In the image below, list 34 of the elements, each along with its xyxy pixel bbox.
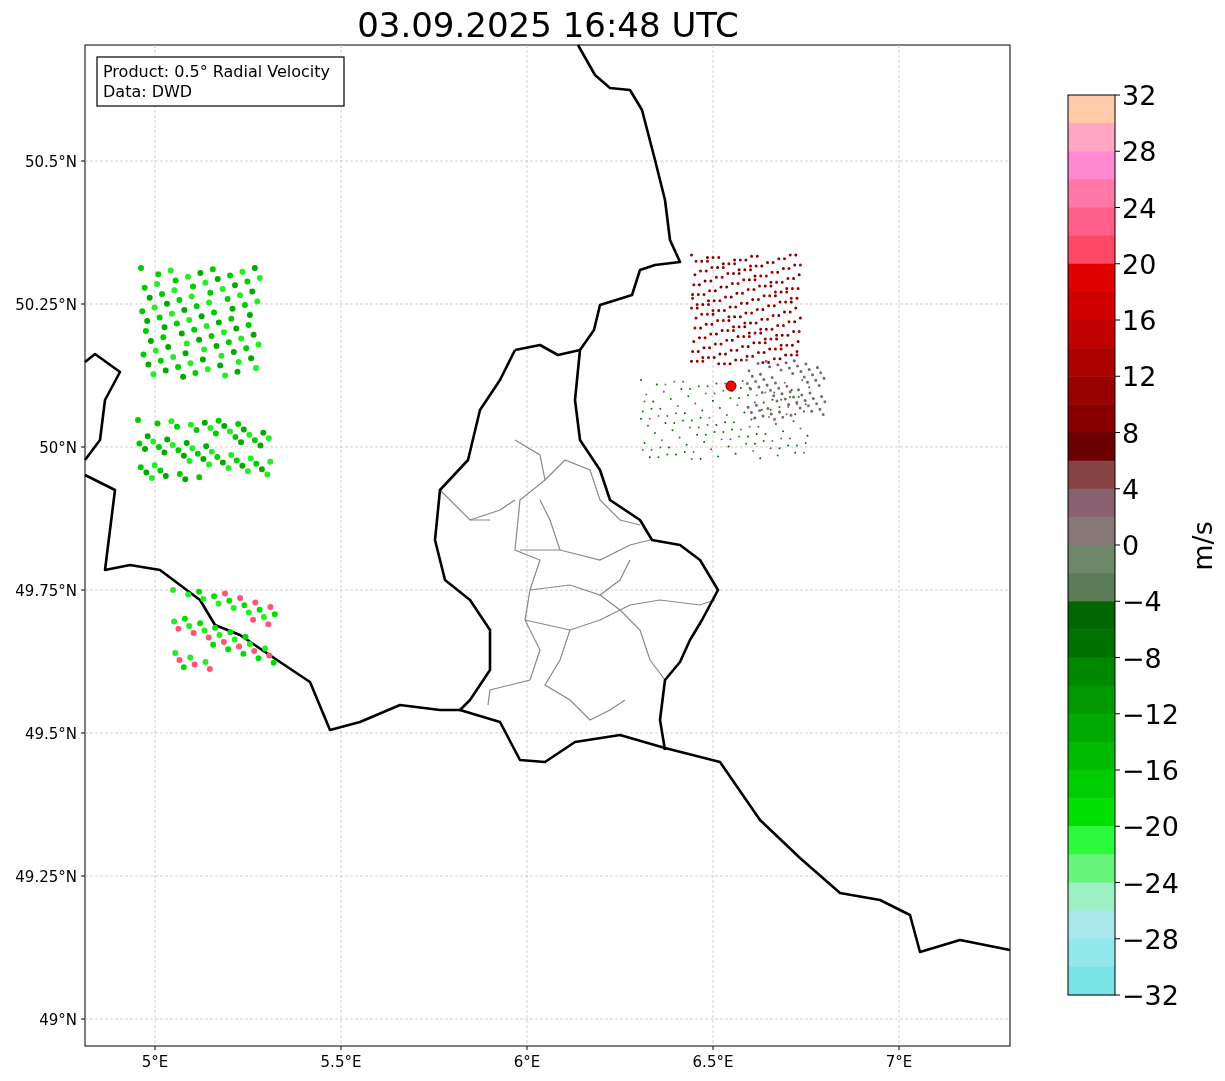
latitude-label: 50°N (39, 439, 77, 457)
colorbar-tick-label: 24 (1122, 192, 1157, 224)
colorbar-tick-label: 32 (1122, 80, 1157, 111)
colorbar-tick-label: 20 (1122, 248, 1157, 280)
legend-text: Data: DWD (103, 82, 193, 101)
colorbar-tick-label: −16 (1122, 755, 1179, 786)
colorbar-tick-label: −32 (1122, 980, 1179, 1011)
longitude-label: 7°E (885, 1053, 913, 1071)
colorbar-tick-label: 8 (1122, 417, 1140, 449)
colorbar-tick-label: 28 (1122, 136, 1157, 168)
colorbar-tick-label: −28 (1122, 923, 1179, 955)
chart-title: 03.09.2025 16:48 UTC (357, 5, 739, 45)
legend-text: Product: 0.5° Radial Velocity (103, 62, 331, 81)
colorbar-tick-label: 16 (1122, 305, 1157, 336)
longitude-label: 5°E (141, 1053, 169, 1071)
longitude-label: 5.5°E (320, 1053, 362, 1071)
colorbar-tick-label: −20 (1122, 811, 1179, 843)
colorbar-tick-label: 0 (1122, 530, 1140, 561)
longitude-label: 6.5°E (692, 1053, 734, 1071)
colorbar-tick-label: −12 (1122, 698, 1179, 730)
latitude-label: 49°N (39, 1011, 77, 1029)
colorbar-tick-label: 12 (1122, 361, 1157, 393)
colorbar-tick-label: −8 (1122, 642, 1162, 674)
radar-site-marker (725, 380, 737, 392)
latitude-label: 49.75°N (15, 582, 77, 600)
longitude-label: 6°E (513, 1053, 541, 1071)
colorbar-tick-label: −4 (1122, 586, 1162, 618)
colorbar-tick-label: 4 (1122, 473, 1140, 505)
colorbar-label: m/s (1187, 521, 1218, 571)
latitude-label: 49.5°N (24, 725, 77, 743)
latitude-label: 50.25°N (15, 296, 77, 314)
latitude-label: 50.5°N (24, 153, 77, 171)
colorbar-tick-label: −24 (1122, 867, 1179, 899)
latitude-label: 49.25°N (15, 868, 77, 886)
